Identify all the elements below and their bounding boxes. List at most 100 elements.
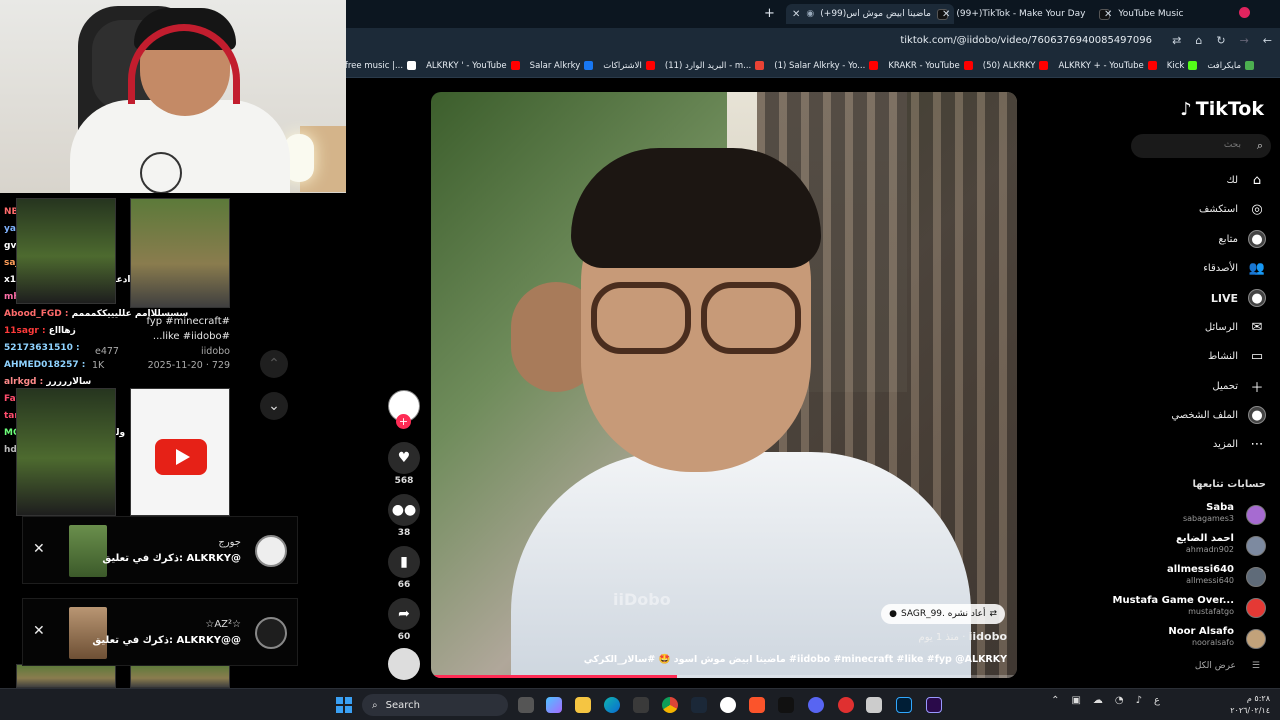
see-all-link[interactable]: عرض الكل bbox=[1195, 661, 1236, 671]
close-icon[interactable]: ✕ bbox=[33, 623, 45, 639]
bookmark-item[interactable]: الاشتراكات bbox=[603, 61, 655, 71]
forward-icon[interactable]: → bbox=[1240, 34, 1249, 47]
video-thumbnail[interactable] bbox=[130, 388, 230, 516]
bookmark-item[interactable]: Salar Alkrky bbox=[530, 61, 594, 71]
following-account[interactable]: Noor Alsafo nooralsafo bbox=[1090, 626, 1270, 652]
close-icon[interactable]: ✕ bbox=[1104, 9, 1112, 20]
sidebar-item[interactable]: الأصدقاء 👥 bbox=[1203, 257, 1266, 279]
bookmark-item[interactable]: (11) البريد الوارد - m... bbox=[665, 61, 765, 71]
network-icon[interactable]: ☁ bbox=[1093, 695, 1103, 706]
task-view-icon[interactable] bbox=[518, 697, 534, 713]
scroll-down-button[interactable]: ⌄ bbox=[260, 392, 288, 420]
avatar bbox=[1246, 567, 1266, 587]
sidebar-item[interactable]: متابع ● bbox=[1218, 228, 1266, 250]
copilot-icon[interactable] bbox=[546, 697, 562, 713]
discord-icon[interactable] bbox=[808, 697, 824, 713]
video-thumbnail[interactable] bbox=[16, 664, 116, 688]
share-button[interactable]: ➦ bbox=[388, 598, 420, 630]
progress-bar[interactable] bbox=[431, 675, 1017, 678]
home-icon[interactable]: ⌂ bbox=[1195, 34, 1202, 47]
sidebar-item[interactable]: لك ⌂ bbox=[1227, 169, 1266, 191]
notification-card[interactable]: ✕ ☆AZ²☆ ذكرك في تعليق: ALKRKY@@ bbox=[22, 598, 298, 666]
clock[interactable]: ٥:٢٨ م ٢٠٢٦/٠٢/١٤ bbox=[1230, 693, 1270, 717]
following-account[interactable]: allmessi640 allmessi640 bbox=[1090, 564, 1270, 590]
video-author[interactable]: iidobo bbox=[201, 346, 230, 357]
video-thumbnail[interactable] bbox=[16, 198, 116, 304]
system-tray: ⌃ ▣ ☁ ◔ ♪ ع bbox=[1051, 695, 1160, 706]
scroll-up-button[interactable]: ⌃ bbox=[260, 350, 288, 378]
volume-icon[interactable]: ♪ bbox=[1136, 695, 1142, 706]
repost-avatar-icon: ● bbox=[889, 609, 897, 619]
close-icon[interactable]: ✕ bbox=[33, 541, 45, 557]
reload-icon[interactable]: ↻ bbox=[1216, 34, 1225, 47]
edge-icon[interactable] bbox=[604, 697, 620, 713]
close-icon[interactable]: ✕ bbox=[942, 9, 950, 20]
tray-app-icon[interactable]: ▣ bbox=[1071, 695, 1080, 706]
brand-name: TikTok bbox=[1195, 98, 1264, 120]
video-author[interactable]: iidobo bbox=[969, 630, 1007, 643]
wifi-icon[interactable]: ◔ bbox=[1115, 695, 1124, 706]
language-indicator[interactable]: ع bbox=[1154, 695, 1160, 706]
premiere-icon[interactable] bbox=[926, 697, 942, 713]
list-icon[interactable]: ☰ bbox=[1252, 661, 1260, 671]
bookmark-favicon-icon bbox=[510, 61, 520, 70]
photoshop-icon[interactable] bbox=[896, 697, 912, 713]
url-field[interactable]: tiktok.com/@iidobo/video/760637694008549… bbox=[900, 35, 1152, 46]
sidebar-item[interactable]: النشاط ▭ bbox=[1208, 345, 1266, 367]
following-account[interactable]: Saba sabagames3 bbox=[1090, 502, 1270, 528]
search-input[interactable]: بحث ⌕ bbox=[1131, 134, 1271, 158]
windows-start-icon[interactable] bbox=[336, 697, 352, 713]
following-account[interactable]: احمد الضايع ahmadn902 bbox=[1090, 533, 1270, 559]
bookmark-item[interactable]: (50) ALKRKY bbox=[983, 61, 1049, 71]
comment-button[interactable]: ●● bbox=[388, 494, 420, 526]
store-icon[interactable] bbox=[633, 697, 649, 713]
chrome-icon[interactable] bbox=[662, 697, 678, 713]
bookmark-item[interactable]: Royalty free music |... bbox=[346, 60, 417, 71]
following-account[interactable]: Mustafa Game Over... mustafatgo bbox=[1090, 595, 1270, 621]
bookmark-label: KRAKR - YouTube bbox=[888, 60, 960, 71]
steam-icon[interactable] bbox=[691, 697, 707, 713]
sidebar-item[interactable]: الرسائل ✉ bbox=[1205, 316, 1266, 338]
sidebar-item[interactable]: تحميل ＋ bbox=[1212, 375, 1266, 397]
site-settings-icon[interactable]: ⇄ bbox=[1172, 34, 1181, 47]
video-glasses bbox=[591, 282, 801, 354]
sidebar-item[interactable]: استكشف ◎ bbox=[1199, 198, 1266, 220]
bookmark-item[interactable]: (1) Salar Alkrky - Yo... bbox=[774, 61, 879, 71]
close-icon[interactable]: ✕ bbox=[792, 9, 800, 20]
capcut-icon[interactable] bbox=[778, 697, 794, 713]
bookmark-item[interactable]: Kick bbox=[1167, 61, 1198, 71]
taskbar-search[interactable]: ⌕ Search bbox=[362, 694, 508, 716]
like-button[interactable]: ♥ bbox=[388, 442, 420, 474]
bookmark-item[interactable]: KRAKR - YouTube bbox=[888, 60, 973, 71]
new-tab-button[interactable]: + bbox=[764, 6, 775, 21]
video-thumbnail[interactable] bbox=[130, 198, 230, 308]
sidebar-item[interactable]: المزيد ⋯ bbox=[1213, 433, 1266, 455]
app-icon[interactable] bbox=[838, 697, 854, 713]
app-icon[interactable] bbox=[866, 697, 882, 713]
tiktok-logo[interactable]: ♪ TikTok bbox=[1180, 98, 1264, 120]
tab-youtube-music[interactable]: ✕ YouTube Music bbox=[1104, 4, 1183, 24]
video-player[interactable]: iiDobo ● SAGR_99. أعاد نشره ⇄ منذ 1 يوم … bbox=[431, 92, 1017, 678]
account-name: allmessi640 bbox=[1166, 564, 1234, 575]
obs-icon[interactable] bbox=[720, 697, 736, 713]
bookmark-item[interactable]: ALKRKY ' - YouTube bbox=[426, 61, 520, 71]
bookmark-label: Royalty free music |... bbox=[346, 60, 404, 71]
brave-icon[interactable] bbox=[749, 697, 765, 713]
bookmark-item[interactable]: مايكرافت bbox=[1207, 61, 1254, 71]
back-icon[interactable]: ← bbox=[1263, 34, 1272, 47]
sidebar-item[interactable]: الملف الشخصي ● bbox=[1171, 404, 1266, 426]
video-thumbnail[interactable] bbox=[130, 664, 230, 688]
follow-button[interactable]: + bbox=[396, 414, 411, 429]
save-button[interactable]: ▮ bbox=[388, 546, 420, 578]
tab-active-video[interactable]: ✕ ◉ ماضينا ابيض موش اس(99+) bbox=[786, 4, 954, 24]
video-thumbnail[interactable] bbox=[16, 388, 116, 516]
notification-card[interactable]: ✕ جورج ذكرك في تعليق: ALKRKY@ bbox=[22, 516, 298, 584]
tab-tiktok[interactable]: ✕ (99+)TikTok - Make Your Day bbox=[942, 4, 1111, 24]
chevron-up-icon[interactable]: ⌃ bbox=[1051, 695, 1059, 706]
sidebar-item[interactable]: LIVE ● bbox=[1211, 287, 1266, 309]
bookmark-item[interactable]: ALKRKY + - YouTube bbox=[1058, 61, 1157, 71]
file-explorer-icon[interactable] bbox=[575, 697, 591, 713]
sound-disc[interactable] bbox=[388, 648, 420, 680]
avatar bbox=[255, 535, 287, 567]
search-icon[interactable]: ⌕ bbox=[1257, 139, 1263, 153]
